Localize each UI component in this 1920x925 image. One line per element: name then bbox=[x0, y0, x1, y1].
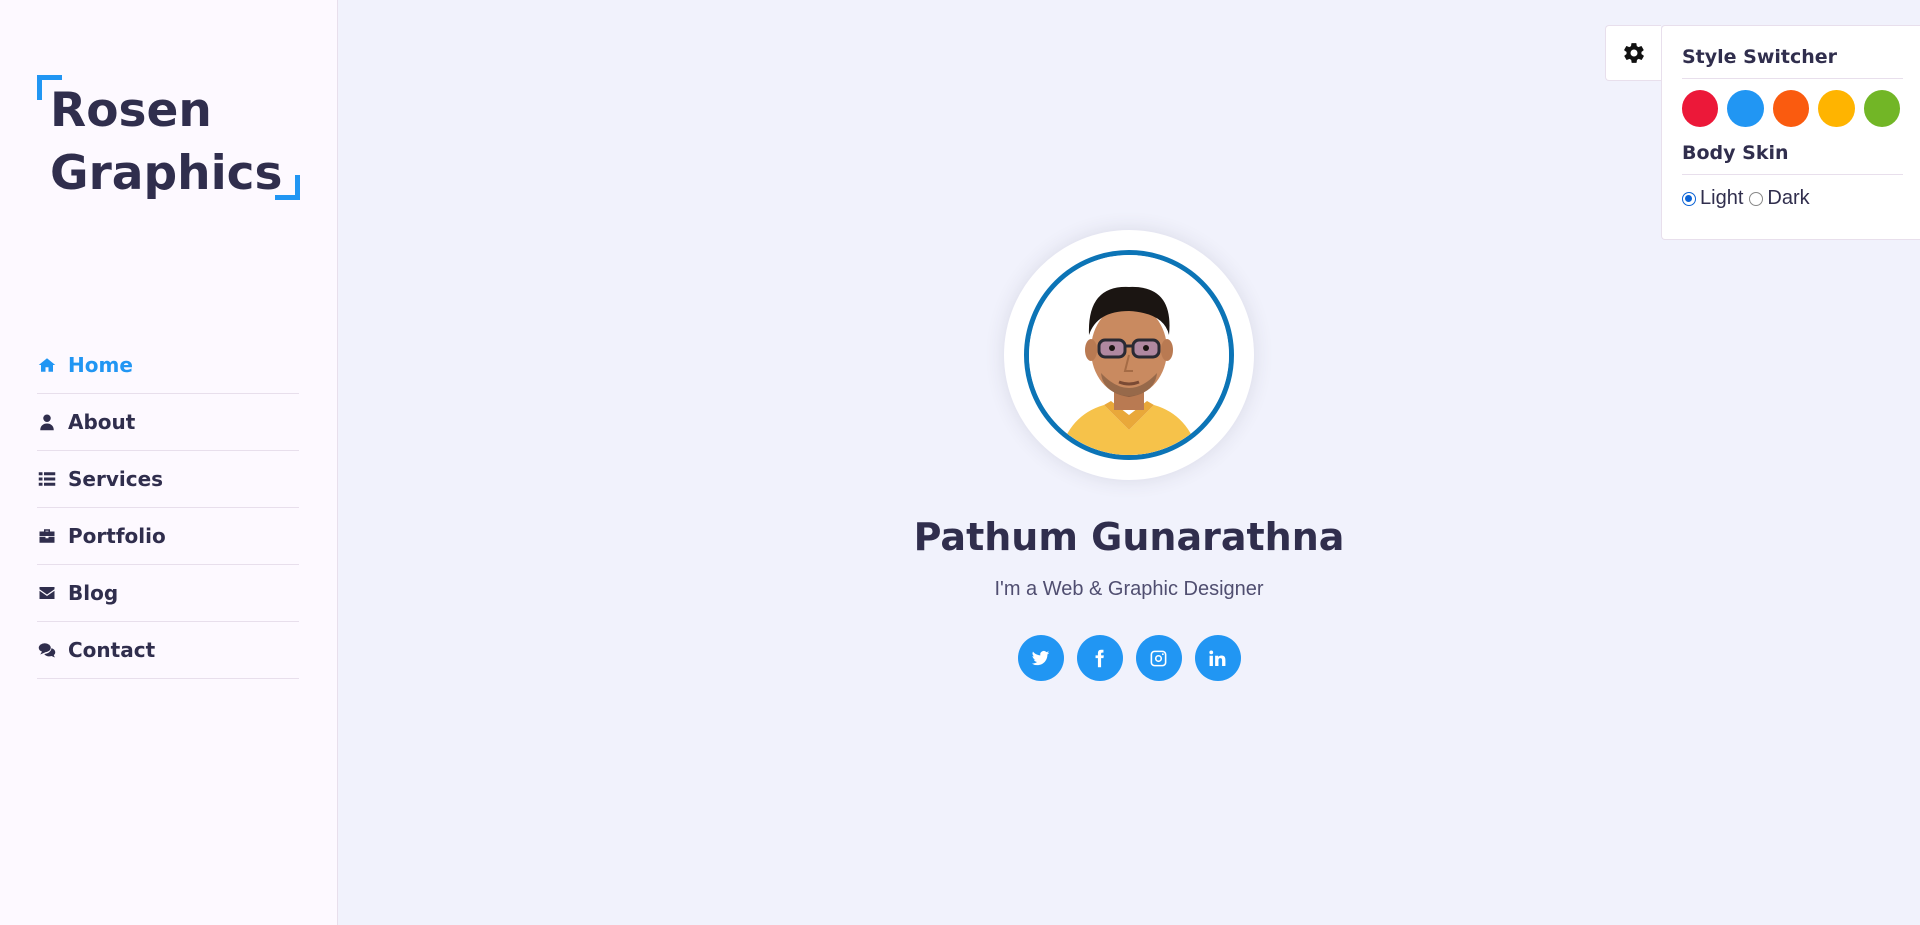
facebook-icon bbox=[1095, 649, 1104, 667]
social-links bbox=[338, 635, 1920, 681]
list-icon bbox=[37, 470, 56, 489]
profile-name: Pathum Gunarathna bbox=[913, 515, 1345, 559]
style-switcher-title: Style Switcher bbox=[1682, 46, 1903, 79]
color-swatches bbox=[1682, 90, 1901, 127]
sidebar: Rosen Graphics Home About Services Portf… bbox=[0, 0, 338, 925]
nav-item-portfolio[interactable]: Portfolio bbox=[37, 508, 299, 565]
color-swatch-blue[interactable] bbox=[1727, 90, 1764, 127]
style-switcher-toggle[interactable] bbox=[1605, 25, 1661, 81]
skin-dark-radio[interactable] bbox=[1749, 191, 1764, 206]
skin-light-radio[interactable] bbox=[1682, 191, 1696, 206]
color-swatch-red[interactable] bbox=[1682, 90, 1719, 127]
color-swatch-green[interactable] bbox=[1863, 90, 1901, 127]
skin-dark-label[interactable]: Dark bbox=[1767, 187, 1809, 210]
gear-icon bbox=[1623, 43, 1644, 63]
instagram-link[interactable] bbox=[1135, 635, 1182, 681]
linkedin-link[interactable] bbox=[1194, 635, 1241, 681]
body-skin-options: Light Dark bbox=[1682, 187, 1900, 210]
nav-item-label: Contact bbox=[68, 638, 156, 662]
nav-item-home[interactable]: Home bbox=[37, 337, 299, 394]
logo-corner-bottom-right bbox=[275, 175, 300, 200]
style-switcher-panel: Style Switcher Body Skin Light Dark bbox=[1661, 25, 1920, 240]
profile-photo bbox=[1029, 255, 1229, 455]
nav-item-services[interactable]: Services bbox=[37, 451, 299, 508]
logo[interactable]: Rosen Graphics bbox=[37, 75, 300, 201]
nav-item-contact[interactable]: Contact bbox=[37, 622, 299, 679]
logo-line-1: Rosen bbox=[50, 83, 212, 138]
skin-light-label[interactable]: Light bbox=[1700, 187, 1743, 210]
facebook-link[interactable] bbox=[1076, 635, 1123, 681]
nav-item-label: Blog bbox=[68, 581, 119, 605]
color-swatch-orange[interactable] bbox=[1772, 90, 1810, 127]
linkedin-icon bbox=[1209, 650, 1226, 666]
logo-text: Rosen Graphics bbox=[50, 79, 283, 205]
color-swatch-yellow[interactable] bbox=[1818, 90, 1855, 127]
envelope-icon bbox=[37, 584, 56, 603]
nav-item-label: About bbox=[68, 410, 136, 434]
nav-item-about[interactable]: About bbox=[37, 394, 299, 451]
avatar bbox=[1024, 250, 1234, 460]
twitter-icon bbox=[1031, 650, 1050, 665]
twitter-link[interactable] bbox=[1017, 635, 1064, 681]
home-icon bbox=[37, 356, 56, 375]
user-icon bbox=[37, 413, 56, 432]
avatar-frame bbox=[1004, 230, 1254, 480]
profile-tagline: I'm a Web & Graphic Designer bbox=[994, 578, 1264, 600]
nav-item-label: Portfolio bbox=[68, 524, 166, 548]
nav-item-label: Services bbox=[68, 467, 164, 491]
briefcase-icon bbox=[37, 527, 56, 546]
nav-item-blog[interactable]: Blog bbox=[37, 565, 299, 622]
comments-icon bbox=[37, 641, 56, 660]
instagram-icon bbox=[1150, 650, 1167, 666]
logo-line-2: Graphics bbox=[50, 146, 283, 201]
body-skin-title: Body Skin bbox=[1682, 142, 1903, 175]
nav-item-label: Home bbox=[68, 353, 133, 377]
main-nav: Home About Services Portfolio Blog Conta… bbox=[37, 337, 299, 679]
